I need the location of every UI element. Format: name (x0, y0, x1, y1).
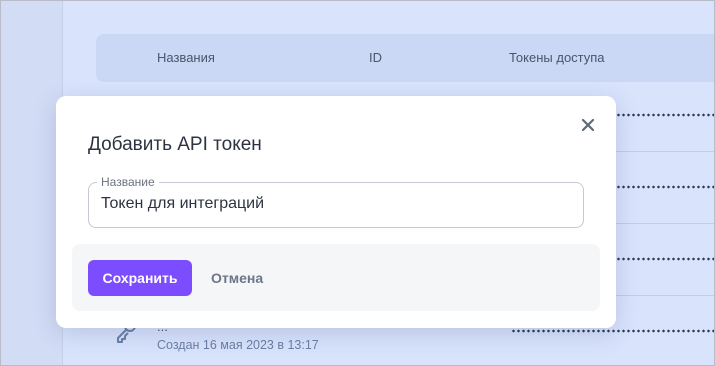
cancel-button[interactable]: Отмена (211, 260, 263, 296)
save-button[interactable]: Сохранить (88, 260, 192, 296)
token-name-input[interactable] (101, 195, 571, 213)
token-row-created: Создан 16 мая 2023 в 13:17 (157, 338, 319, 352)
column-header-id: ID (369, 50, 382, 65)
column-header-name: Названия (157, 50, 215, 65)
add-token-dialog: Добавить API токен Название Сохранить От… (56, 96, 616, 328)
sidebar (1, 1, 63, 365)
app-window: Названия ID Токены доступа ... Создан 16… (0, 0, 715, 366)
dialog-footer: Сохранить Отмена (72, 244, 600, 311)
masked-token (511, 329, 714, 333)
column-header-tokens: Токены доступа (509, 50, 605, 65)
close-icon[interactable] (578, 115, 598, 135)
table-header: Названия ID Токены доступа (96, 34, 714, 82)
token-name-field: Название (88, 175, 584, 228)
dialog-title: Добавить API токен (88, 134, 262, 155)
token-name-label: Название (97, 175, 159, 189)
